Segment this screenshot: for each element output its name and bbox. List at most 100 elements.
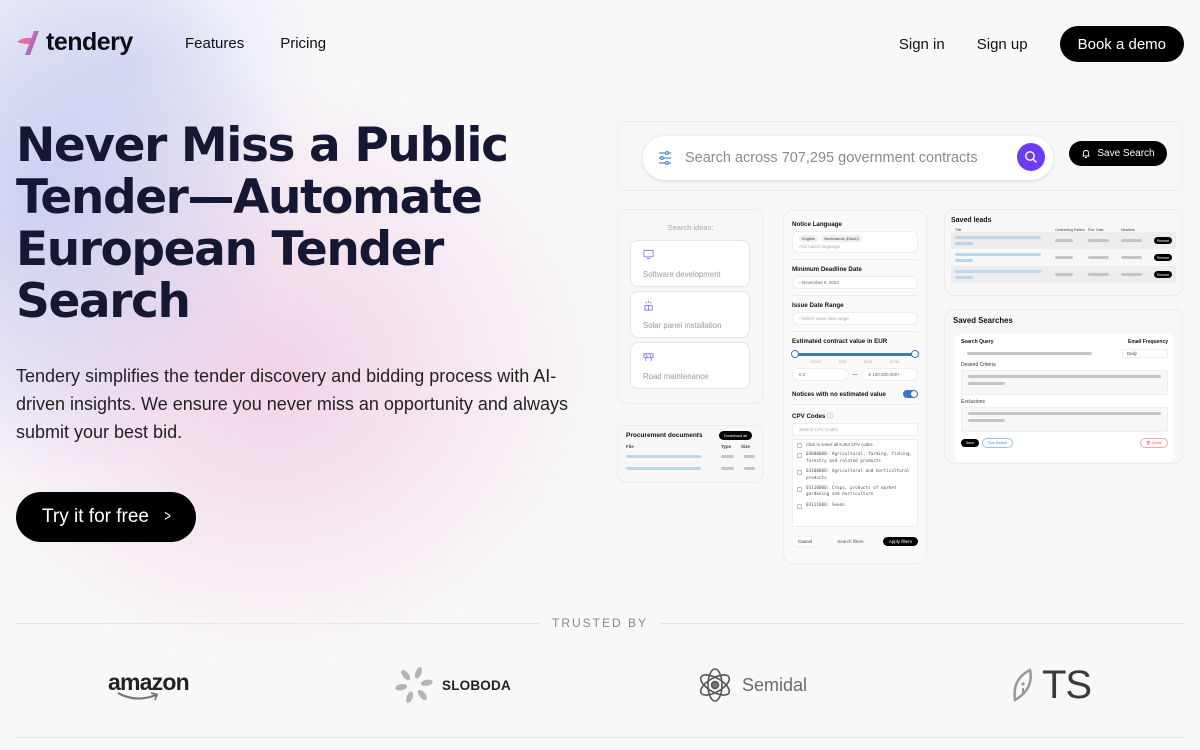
amazon-smile-icon	[117, 692, 159, 701]
query-value[interactable]	[967, 352, 1092, 355]
search-filters-link[interactable]: Search filters	[837, 539, 863, 544]
issue-date-placeholder: Select issue date range	[801, 316, 849, 321]
brand-logo[interactable]: tendery	[16, 28, 133, 57]
save-search-button[interactable]: Save Search	[1069, 141, 1167, 166]
delete-button[interactable]: 🗑 Delete	[1140, 438, 1168, 448]
col-file: File	[626, 444, 634, 449]
notice-language-label: Notice Language	[792, 221, 842, 228]
search-icon	[1025, 151, 1037, 163]
sign-up-link[interactable]: Sign up	[977, 36, 1028, 53]
sloboda-logo: SLOBODA	[394, 660, 511, 710]
document-row[interactable]	[626, 455, 755, 458]
semidal-atom-icon	[699, 668, 731, 702]
filter-actions: Cancel Search filters Apply filters	[792, 537, 918, 546]
exclusions-textarea[interactable]	[961, 407, 1168, 432]
sloboda-wordmark: SLOBODA	[442, 677, 511, 693]
issue-date-label: Issue Date Range	[792, 302, 844, 309]
remove-lead-button[interactable]: Remove	[1154, 254, 1172, 261]
help-icon: ⓘ	[827, 413, 834, 420]
mockup-search-bar[interactable]: Search across 707,295 government contrac…	[643, 136, 1053, 180]
slider-max-handle[interactable]	[911, 350, 919, 358]
col-size: Size	[741, 444, 751, 449]
tick-label: €2M	[838, 360, 846, 364]
lead-row[interactable]: Remove	[951, 249, 1176, 266]
min-value: 0	[802, 372, 806, 377]
frequency-select[interactable]: Daily	[1122, 349, 1168, 358]
slider-min-handle[interactable]	[791, 350, 799, 358]
saved-leads-header: Title Contracting Parties Pub. Date Dead…	[951, 228, 1176, 232]
cpv-label: CPV Codes ⓘ	[792, 411, 918, 420]
idea-card-solar[interactable]: Solar panel installation	[630, 291, 750, 338]
notice-language-field[interactable]: English Nederlands (Dutch) Add notice lan…	[792, 231, 918, 253]
saved-search-header: Search Query Email Frequency	[961, 339, 1168, 345]
no-estimate-toggle[interactable]	[903, 390, 918, 398]
tendery-logo-icon	[17, 30, 39, 55]
documents-header: File Type Size	[626, 444, 755, 449]
criteria-textarea[interactable]	[961, 370, 1168, 395]
run-search-button[interactable]: Run Search	[982, 438, 1014, 448]
road-barrier-icon	[643, 353, 654, 362]
amazon-logo: amazon	[108, 660, 190, 710]
cpv-select-all[interactable]: Click to select all 9,454 CPV codes	[793, 440, 917, 450]
cancel-button[interactable]: Cancel	[792, 537, 819, 546]
apply-filters-button[interactable]: Apply filters	[882, 537, 918, 546]
cpv-item[interactable]: 03100000: Agricultural and horticultural…	[793, 467, 917, 484]
select-all-label: Click to select all 9,454 CPV codes	[806, 442, 873, 447]
semidal-logo: Semidal	[696, 660, 807, 710]
min-value-input[interactable]: € 0	[792, 368, 849, 381]
filters-panel: Notice Language English Nederlands (Dutch…	[783, 210, 927, 564]
max-value-input[interactable]: € 100,000,000+	[861, 368, 918, 381]
chevron-right-icon: >	[164, 508, 171, 525]
cpv-search-input[interactable]: Search CPV Codes	[792, 423, 918, 436]
saved-searches-title: Saved Searches	[953, 316, 1013, 325]
contract-value-slider[interactable]	[791, 350, 919, 358]
try-free-label: Try it for free	[42, 506, 149, 527]
sign-in-link[interactable]: Sign in	[899, 36, 945, 53]
no-estimate-label: Notices with no estimated value	[792, 390, 886, 398]
no-estimate-row: Notices with no estimated value	[792, 390, 918, 398]
lead-row[interactable]: Remove	[951, 266, 1176, 283]
idea-label: Road maintenance	[643, 372, 709, 381]
cpv-item[interactable]: 03111000: Seeds	[793, 501, 917, 511]
search-ideas-heading: Search ideas:	[667, 223, 714, 232]
frequency-label: Email Frequency	[1127, 339, 1168, 345]
search-ideas-panel: Search ideas: Software development Solar…	[617, 209, 764, 404]
remove-lead-button[interactable]: Remove	[1154, 237, 1172, 244]
cpv-list[interactable]: Click to select all 9,454 CPV codes 0300…	[792, 439, 918, 527]
save-button[interactable]: Save	[961, 439, 980, 447]
tick-label: €27M	[890, 360, 900, 364]
value-range-inputs: € 0 — € 100,000,000+	[792, 368, 918, 381]
idea-card-software[interactable]: Software development	[630, 240, 750, 287]
sloboda-flower-icon	[395, 667, 433, 703]
nav-features[interactable]: Features	[185, 35, 244, 52]
download-all-button[interactable]: Download all	[719, 431, 752, 440]
cpv-item[interactable]: 03000000: Agricultural, farming, fishing…	[793, 450, 917, 467]
cpv-item[interactable]: 03110000: Crops, products of market gard…	[793, 484, 917, 501]
search-submit-button[interactable]	[1017, 143, 1045, 171]
min-deadline-field[interactable]: ▫ November 6, 2024	[792, 276, 918, 289]
bell-icon	[1082, 149, 1091, 158]
ts-wordmark: TS	[1042, 662, 1092, 707]
currency-symbol: €	[799, 372, 802, 377]
sliders-icon	[659, 150, 671, 166]
saved-search-card: Search Query Email Frequency Daily Desir…	[955, 334, 1174, 462]
semidal-wordmark: Semidal	[742, 674, 808, 695]
cpv-item-label: 03000000: Agricultural, farming, fishing…	[806, 452, 913, 464]
idea-card-road[interactable]: Road maintenance	[630, 342, 750, 389]
try-free-button[interactable]: Try it for free >	[16, 492, 197, 542]
issue-date-field[interactable]: ▫ Select issue date range	[792, 312, 918, 325]
slider-ticks: €224K €2M €11M €27M	[792, 360, 918, 364]
col-title: Title	[955, 228, 962, 232]
section-divider	[16, 737, 1184, 738]
saved-leads-title: Saved leads	[951, 217, 992, 224]
remove-lead-button[interactable]: Remove	[1154, 271, 1172, 278]
idea-label: Software development	[643, 270, 721, 279]
lead-row[interactable]: Remove	[951, 232, 1176, 249]
book-demo-button[interactable]: Book a demo	[1059, 26, 1184, 62]
nav-pricing[interactable]: Pricing	[280, 35, 326, 52]
language-chip[interactable]: Nederlands (Dutch)	[821, 235, 862, 242]
language-chip[interactable]: English	[799, 235, 819, 242]
document-row[interactable]	[626, 467, 755, 470]
solar-panel-icon	[644, 300, 653, 311]
col-parties: Contracting Parties	[1055, 228, 1085, 232]
